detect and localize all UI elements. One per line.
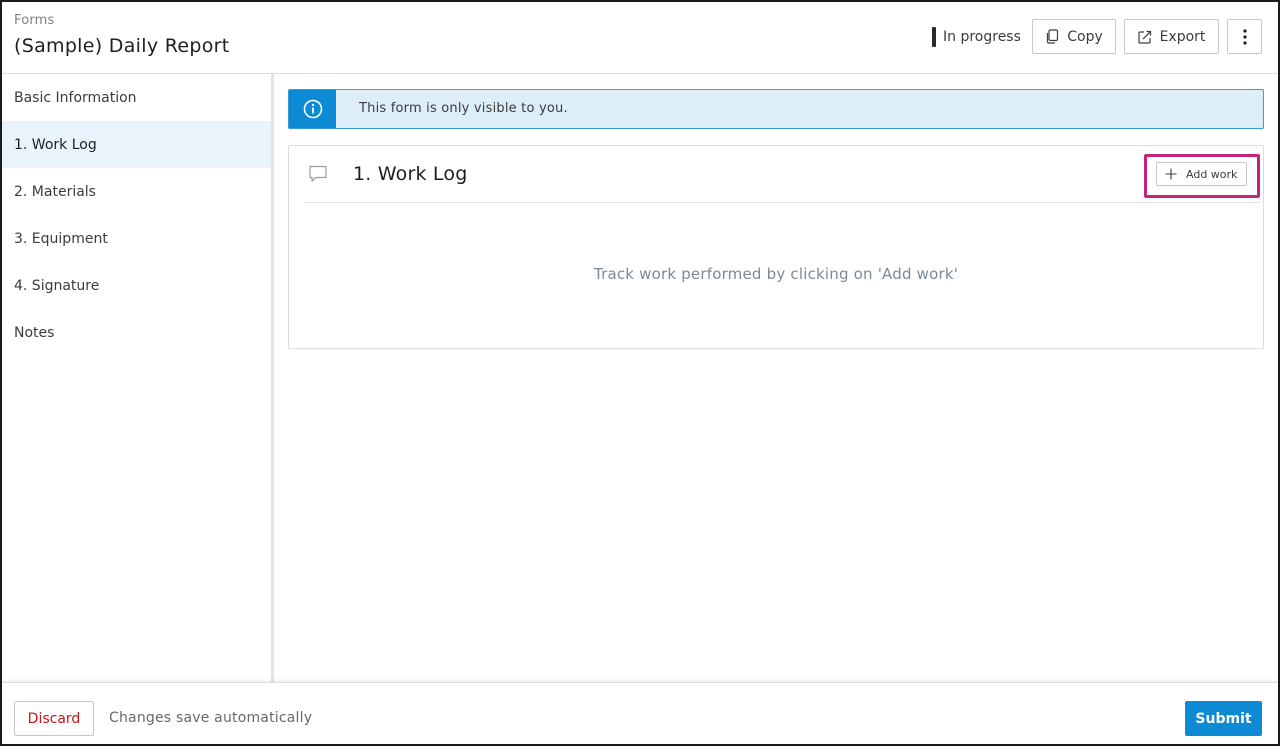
sidebar-item-label: 1. Work Log xyxy=(14,136,97,153)
plus-icon xyxy=(1165,168,1177,180)
empty-state-text: Track work performed by clicking on 'Add… xyxy=(593,265,959,283)
section-divider xyxy=(304,202,1260,203)
sidebar-item-basic-information[interactable]: Basic Information xyxy=(2,74,271,121)
copy-label: Copy xyxy=(1067,28,1103,45)
discard-button[interactable]: Discard xyxy=(14,701,94,736)
sidebar-item-label: Notes xyxy=(14,324,55,341)
sidebar-item-label: 3. Equipment xyxy=(14,230,108,247)
add-work-button[interactable]: Add work xyxy=(1156,162,1247,186)
more-options-button[interactable] xyxy=(1227,19,1262,54)
export-label: Export xyxy=(1159,28,1206,45)
export-icon xyxy=(1137,30,1151,44)
main-content: This form is only visible to you. 1. Wor… xyxy=(274,74,1278,682)
status-bar-icon xyxy=(932,27,936,47)
app-window: Forms (Sample) Daily Report In progress … xyxy=(0,0,1280,746)
breadcrumb[interactable]: Forms xyxy=(14,13,55,28)
sidebar-item-label: 4. Signature xyxy=(14,277,100,294)
info-banner: This form is only visible to you. xyxy=(288,89,1264,129)
submit-button[interactable]: Submit xyxy=(1185,701,1262,736)
banner-text: This form is only visible to you. xyxy=(359,101,568,116)
sidebar-item-label: 2. Materials xyxy=(14,183,96,200)
sidebar-item-notes[interactable]: Notes xyxy=(2,309,271,356)
copy-button[interactable]: Copy xyxy=(1032,19,1116,54)
comment-icon[interactable] xyxy=(308,165,328,183)
sidebar-item-materials[interactable]: 2. Materials xyxy=(2,168,271,215)
page-title: (Sample) Daily Report xyxy=(14,35,230,57)
info-icon xyxy=(303,99,322,119)
add-work-label: Add work xyxy=(1186,167,1238,181)
sidebar: Basic Information 1. Work Log 2. Materia… xyxy=(2,74,274,682)
footer-bar: Discard Changes save automatically Submi… xyxy=(2,682,1278,744)
more-vertical-icon xyxy=(1242,28,1247,45)
sidebar-item-signature[interactable]: 4. Signature xyxy=(2,262,271,309)
export-button[interactable]: Export xyxy=(1124,19,1219,54)
header: Forms (Sample) Daily Report In progress … xyxy=(2,2,1278,74)
status-label: In progress xyxy=(943,29,1021,45)
work-log-section: 1. Work Log Add work Track work performe… xyxy=(288,145,1264,349)
section-title: 1. Work Log xyxy=(353,163,468,185)
sidebar-item-label: Basic Information xyxy=(14,89,137,106)
sidebar-item-work-log[interactable]: 1. Work Log xyxy=(2,121,271,168)
banner-icon-box xyxy=(289,90,336,128)
autosave-text: Changes save automatically xyxy=(109,710,313,726)
sidebar-item-equipment[interactable]: 3. Equipment xyxy=(2,215,271,262)
copy-icon xyxy=(1047,29,1059,44)
status-indicator: In progress xyxy=(932,27,1021,47)
